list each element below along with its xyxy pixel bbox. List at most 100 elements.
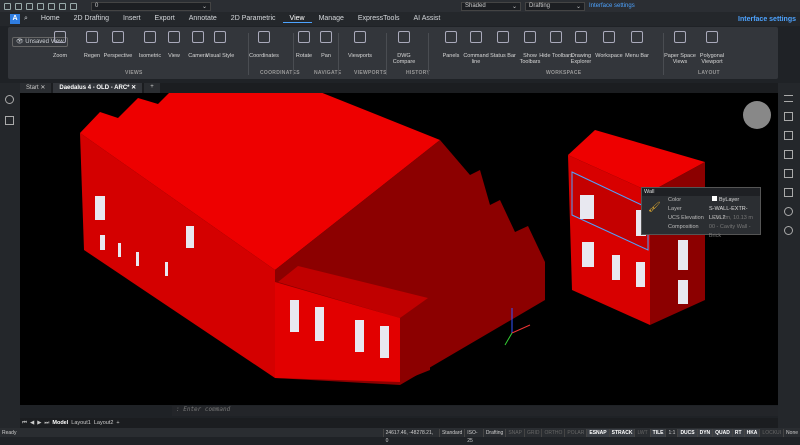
tab-layout2[interactable]: Layout2: [94, 420, 114, 426]
status-toggle-iso25[interactable]: ISO-25: [464, 428, 483, 444]
ribbon-tool-menu-bar[interactable]: Menu Bar: [620, 31, 654, 59]
print-icon[interactable]: [48, 2, 55, 10]
awards-icon[interactable]: [784, 207, 793, 216]
status-toggle-ducs[interactable]: DUCS: [677, 428, 697, 437]
ribbon-separator: [248, 33, 249, 75]
command-line-icon: [470, 31, 482, 43]
library-icon[interactable]: [784, 169, 793, 178]
status-ready: Ready: [2, 429, 17, 436]
new-icon[interactable]: [4, 2, 11, 10]
bim-icon[interactable]: [784, 131, 793, 140]
status-toggle-tile[interactable]: TILE: [649, 428, 666, 437]
status-toggle-standard[interactable]: Standard: [438, 428, 464, 437]
tool-label: Paper Space Views: [664, 53, 696, 65]
ribbon-tool-coordinates[interactable]: Coordinates: [247, 31, 281, 59]
layers-icon[interactable]: [784, 112, 793, 121]
show-toolbars-icon: [524, 31, 536, 43]
new-tab-button[interactable]: +: [144, 83, 160, 93]
menu-view[interactable]: View: [282, 15, 312, 23]
lightbulb-icon[interactable]: [5, 95, 14, 104]
status-toggle-rt[interactable]: RT: [731, 428, 744, 437]
group-label-views: VIEWS: [125, 70, 143, 76]
first-layout-button[interactable]: ⏮: [22, 420, 27, 427]
tab-model[interactable]: Model: [52, 420, 68, 426]
structure-icon[interactable]: [5, 116, 14, 125]
ribbon-tool-polygonal-viewport[interactable]: Polygonal Viewport: [695, 31, 729, 65]
menu-2d-drafting[interactable]: 2D Drafting: [67, 15, 116, 23]
status-toggle-none[interactable]: None: [783, 428, 800, 437]
open-icon[interactable]: [15, 2, 22, 10]
save-icon[interactable]: [26, 2, 33, 10]
command-input[interactable]: : Enter command: [172, 406, 778, 416]
attach-icon[interactable]: [784, 150, 793, 159]
status-toggle-lockui[interactable]: LOCKUI: [759, 428, 783, 437]
status-toggle-dyn[interactable]: DYN: [696, 428, 713, 437]
paper-space-views-icon: [674, 31, 686, 43]
menu-export[interactable]: Export: [148, 15, 182, 23]
status-toggle-grid[interactable]: GRID: [523, 428, 542, 437]
menu-insert[interactable]: Insert: [116, 15, 148, 23]
menu-ai-assist[interactable]: AI Assist: [407, 15, 448, 23]
workspace-combo[interactable]: Drafting ⌄: [525, 1, 585, 11]
ribbon-tool-perspective[interactable]: Perspective: [101, 31, 135, 59]
status-toggle-snap[interactable]: SNAP: [505, 428, 524, 437]
tool-label: Menu Bar: [625, 53, 649, 59]
ribbon-tool-zoom[interactable]: Zoom: [43, 31, 77, 59]
menu-home[interactable]: Home: [34, 15, 67, 23]
tab-drawing[interactable]: Daedalus 4 - OLD - ARC* ✕: [53, 83, 143, 93]
property-row[interactable]: UCS Elevation 625 cm, 10.13 m: [642, 214, 760, 223]
status-toggle-hka[interactable]: HKA: [743, 428, 760, 437]
zoom-icon: [54, 31, 66, 43]
cloud-icon[interactable]: [784, 226, 793, 235]
menu-bar-icon: [631, 31, 643, 43]
save-as-icon[interactable]: [37, 2, 44, 10]
blocks-icon[interactable]: [784, 188, 793, 197]
interface-settings-link[interactable]: Interface settings: [589, 3, 635, 9]
tab-start[interactable]: Start ✕: [20, 83, 52, 93]
visual-style-combo[interactable]: Shaded ⌄: [461, 1, 521, 11]
status-toggle-11[interactable]: 1:1: [665, 428, 677, 437]
drawing-viewport[interactable]: [20, 60, 778, 405]
app-logo-icon[interactable]: A: [10, 14, 20, 24]
ribbon-separator: [386, 33, 387, 75]
undo-icon[interactable]: [59, 2, 66, 10]
menu-manage[interactable]: Manage: [312, 15, 351, 23]
search-icon[interactable]: ⌕: [24, 15, 28, 23]
properties-icon[interactable]: [784, 95, 793, 102]
status-toggle-ortho[interactable]: ORTHO: [541, 428, 564, 437]
status-toggle-quad[interactable]: QUAD: [712, 428, 732, 437]
layer-combo[interactable]: 0 ⌄: [91, 1, 211, 11]
property-value: ByLayer: [708, 196, 739, 205]
group-label-history: HISTORY: [406, 70, 431, 76]
status-toggle-strack[interactable]: STRACK: [608, 428, 635, 437]
viewports-icon: [354, 31, 366, 43]
left-sidebar: [0, 83, 20, 428]
ribbon-separator: [293, 33, 294, 75]
redo-icon[interactable]: [70, 2, 77, 10]
tab-layout1[interactable]: Layout1: [71, 420, 91, 426]
menu-annotate[interactable]: Annotate: [182, 15, 224, 23]
ribbon-tool-dwg-compare[interactable]: DWG Compare: [387, 31, 421, 65]
tab-label: Daedalus 4 - OLD - ARC*: [59, 85, 130, 91]
visual-style-icon: [214, 31, 226, 43]
ribbon-tool-paper-space-views[interactable]: Paper Space Views: [663, 31, 697, 65]
add-layout-button[interactable]: +: [116, 420, 119, 426]
status-toggle-esnap[interactable]: ESNAP: [586, 428, 609, 437]
right-sidebar: [778, 83, 800, 428]
property-row[interactable]: Composition 00 - Cavity Wall - Brick: [642, 223, 760, 239]
menu-expresstools[interactable]: ExpressTools: [351, 15, 407, 23]
group-label-workspace: WORKSPACE: [546, 70, 582, 76]
ribbon-tool-visual-style[interactable]: Visual Style: [203, 31, 237, 59]
status-toggle-lwt[interactable]: LWT: [634, 428, 649, 437]
ribbon-tool-viewports[interactable]: Viewports: [343, 31, 377, 59]
visual-style-value: Shaded: [465, 3, 486, 9]
status-toggle-polar[interactable]: POLAR: [564, 428, 586, 437]
status-toggle-drafting[interactable]: Drafting: [482, 428, 506, 437]
menu-2d-parametric[interactable]: 2D Parametric: [224, 15, 283, 23]
last-layout-button[interactable]: ⏭: [44, 420, 49, 427]
coordinates-icon: [258, 31, 270, 43]
prev-layout-button[interactable]: ◀: [30, 420, 34, 426]
interface-settings-button[interactable]: Interface settings: [738, 16, 796, 23]
next-layout-button[interactable]: ▶: [37, 420, 41, 426]
pan-icon: [320, 31, 332, 43]
